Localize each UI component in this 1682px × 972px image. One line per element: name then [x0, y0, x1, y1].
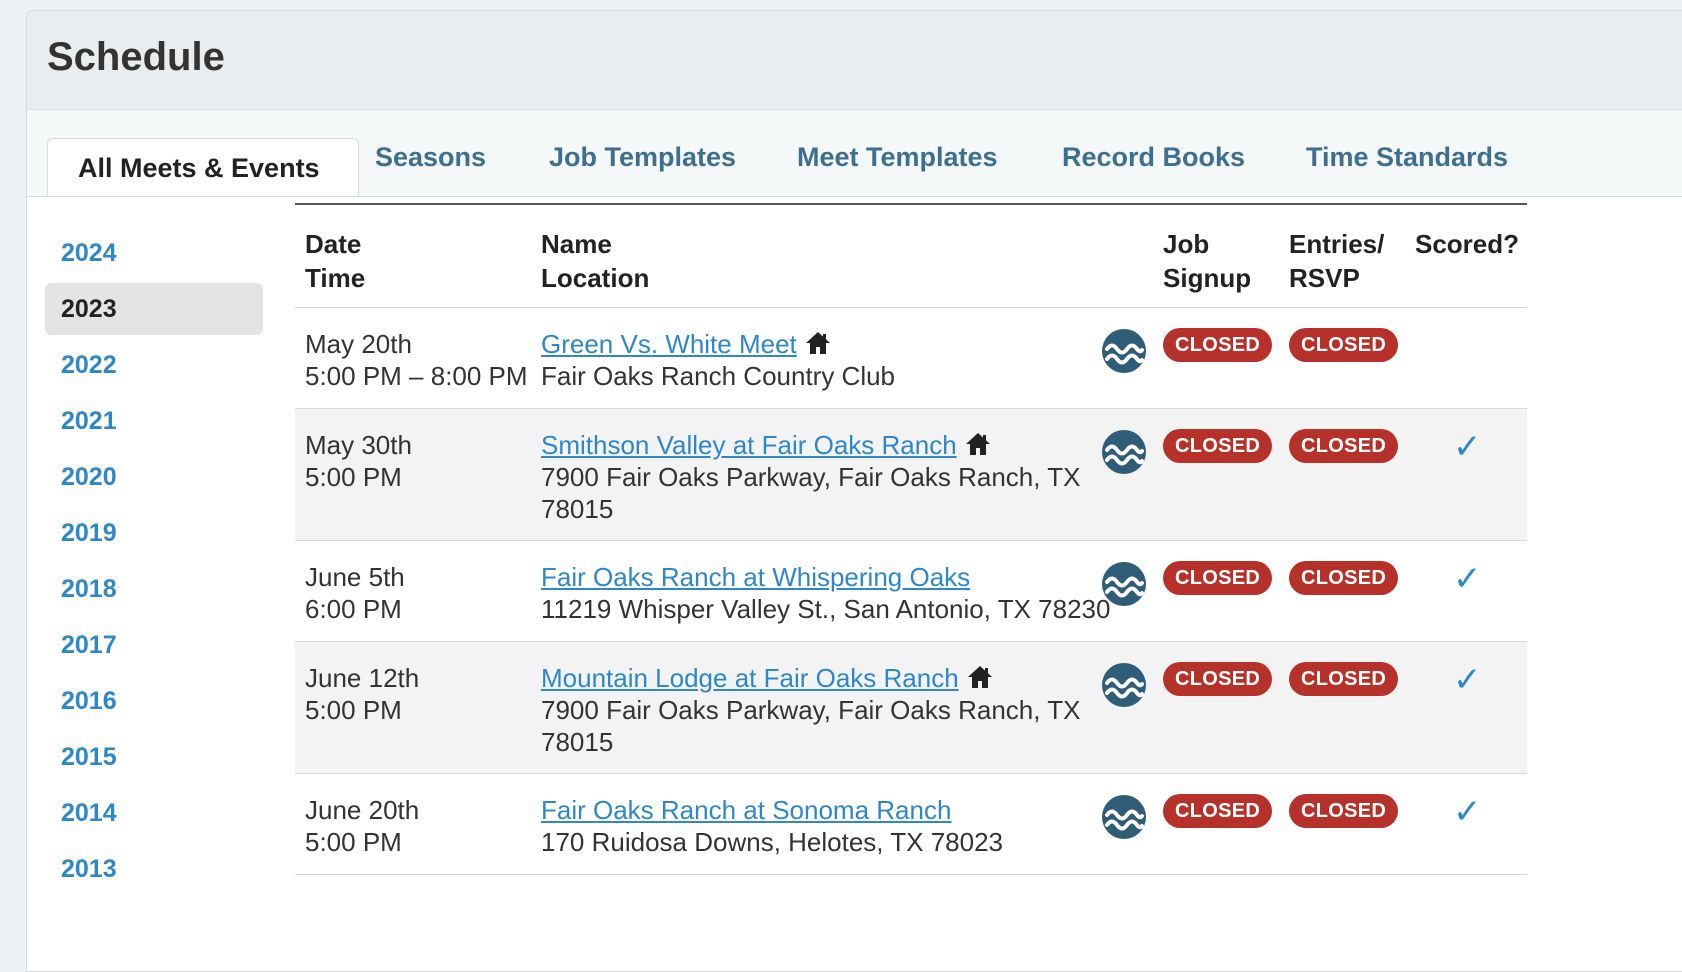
meet-name-link[interactable]: Mountain Lodge at Fair Oaks Ranch	[541, 663, 959, 693]
meet-date: June 20th	[305, 795, 420, 825]
job-signup-status-badge[interactable]: CLOSED	[1163, 561, 1273, 595]
year-item-2020[interactable]: 2020	[45, 451, 263, 503]
year-item-2018[interactable]: 2018	[45, 563, 263, 615]
meet-name-link[interactable]: Fair Oaks Ranch at Sonoma Ranch	[541, 795, 951, 825]
year-item-2024[interactable]: 2024	[45, 227, 263, 279]
meet-date-time: June 5th 6:00 PM	[305, 561, 405, 625]
meet-time: 5:00 PM	[305, 462, 402, 492]
year-item-2014[interactable]: 2014	[45, 787, 263, 839]
job-signup-status-badge[interactable]: CLOSED	[1163, 794, 1273, 828]
page-title: Schedule	[47, 35, 225, 79]
tab-bar: All Meets & Events Seasons Job Templates…	[27, 110, 1682, 197]
table-row: June 20th 5:00 PM Fair Oaks Ranch at Sonom…	[295, 774, 1527, 875]
entries-status-badge[interactable]: CLOSED	[1289, 328, 1399, 362]
year-list: 2024 2023 2022 2021 2020 2019 2018 2017 2016 2015…	[45, 227, 263, 899]
header-name-location: Name Location	[541, 227, 649, 295]
meet-date-time: June 12th 5:00 PM	[305, 662, 419, 726]
tab-meet-templates[interactable]: Meet Templates	[797, 142, 998, 173]
meet-date: June 5th	[305, 562, 405, 592]
header-signup: Signup	[1163, 263, 1252, 293]
meet-name-location: Smithson Valley at Fair Oaks Ranch 7900 F…	[541, 429, 1111, 525]
meet-name-location: Fair Oaks Ranch at Whispering Oaks 11219 …	[541, 561, 1111, 625]
year-item-2019[interactable]: 2019	[45, 507, 263, 559]
header-location: Location	[541, 263, 650, 293]
meet-location: 11219 Whisper Valley St., San Antonio, T…	[541, 594, 1111, 624]
entries-status-badge[interactable]: CLOSED	[1289, 561, 1399, 595]
check-icon: ✓	[1453, 560, 1482, 598]
meet-time: 5:00 PM	[305, 695, 402, 725]
meet-name-location: Fair Oaks Ranch at Sonoma Ranch 170 Ruido…	[541, 794, 1111, 858]
header-entries-rsvp: Entries/ RSVP	[1289, 227, 1384, 295]
meet-name-link[interactable]: Smithson Valley at Fair Oaks Ranch	[541, 430, 957, 460]
meet-date: May 20th	[305, 329, 412, 359]
year-item-2021[interactable]: 2021	[45, 395, 263, 447]
header-rsvp: RSVP	[1289, 263, 1360, 293]
entries-status-badge[interactable]: CLOSED	[1289, 794, 1399, 828]
home-icon	[805, 330, 831, 354]
entries-status-badge[interactable]: CLOSED	[1289, 662, 1399, 696]
year-item-2023[interactable]: 2023	[45, 283, 263, 335]
wave-icon[interactable]	[1101, 794, 1147, 840]
meet-name-location: Green Vs. White Meet Fair Oaks Ranch Coun…	[541, 328, 1111, 392]
tab-record-books[interactable]: Record Books	[1062, 142, 1245, 173]
meet-date-time: May 30th 5:00 PM	[305, 429, 412, 493]
year-item-2015[interactable]: 2015	[45, 731, 263, 783]
check-icon: ✓	[1453, 661, 1482, 699]
job-signup-status-badge[interactable]: CLOSED	[1163, 429, 1273, 463]
check-icon: ✓	[1453, 428, 1482, 466]
header-date: Date	[305, 229, 362, 259]
tab-job-templates[interactable]: Job Templates	[549, 142, 736, 173]
table-row: May 20th 5:00 PM – 8:00 PM Green Vs. White…	[295, 308, 1527, 409]
wave-icon[interactable]	[1101, 662, 1147, 708]
table-row: June 12th 5:00 PM Mountain Lodge at Fair O…	[295, 642, 1527, 774]
header-name: Name	[541, 229, 612, 259]
table-header: Date Time Name Location Job Signup Entri…	[295, 205, 1527, 308]
job-signup-status-badge[interactable]: CLOSED	[1163, 662, 1273, 696]
meet-time: 6:00 PM	[305, 594, 402, 624]
meet-date-time: June 20th 5:00 PM	[305, 794, 419, 858]
header-time: Time	[305, 263, 366, 293]
wave-icon[interactable]	[1101, 561, 1147, 607]
meet-location: 170 Ruidosa Downs, Helotes, TX 78023	[541, 827, 1004, 857]
home-icon	[967, 664, 993, 688]
tab-all-meets-events[interactable]: All Meets & Events	[47, 138, 359, 196]
header-entries: Entries/	[1289, 229, 1385, 259]
header-job-signup: Job Signup	[1163, 227, 1251, 295]
tab-time-standards[interactable]: Time Standards	[1306, 142, 1508, 173]
home-icon	[965, 431, 991, 455]
meet-location: 7900 Fair Oaks Parkway, Fair Oaks Ranch,…	[541, 695, 1081, 757]
meet-date: June 12th	[305, 663, 420, 693]
year-item-2016[interactable]: 2016	[45, 675, 263, 727]
wave-icon[interactable]	[1101, 328, 1147, 374]
meet-name-link[interactable]: Green Vs. White Meet	[541, 329, 797, 359]
tab-seasons[interactable]: Seasons	[375, 142, 486, 173]
schedule-table: Date Time Name Location Job Signup Entri…	[295, 203, 1527, 875]
header-date-time: Date Time	[305, 227, 365, 295]
wave-icon[interactable]	[1101, 429, 1147, 475]
meet-name-link[interactable]: Fair Oaks Ranch at Whispering Oaks	[541, 562, 970, 592]
year-item-2013[interactable]: 2013	[45, 843, 263, 895]
table-body: May 20th 5:00 PM – 8:00 PM Green Vs. White…	[295, 308, 1527, 875]
panel-header: Schedule	[27, 11, 1682, 110]
table-row: June 5th 6:00 PM Fair Oaks Ranch at Whispe…	[295, 541, 1527, 642]
year-item-2017[interactable]: 2017	[45, 619, 263, 671]
check-icon: ✓	[1453, 793, 1482, 831]
header-scored: Scored?	[1415, 229, 1520, 259]
entries-status-badge[interactable]: CLOSED	[1289, 429, 1399, 463]
schedule-panel: Schedule All Meets & Events Seasons Job …	[26, 10, 1682, 972]
year-item-2022[interactable]: 2022	[45, 339, 263, 391]
header-job: Job	[1163, 229, 1210, 259]
job-signup-status-badge[interactable]: CLOSED	[1163, 328, 1273, 362]
meet-time: 5:00 PM	[305, 827, 402, 857]
table-row: May 30th 5:00 PM Smithson Valley at Fair O…	[295, 409, 1527, 541]
meet-location: Fair Oaks Ranch Country Club	[541, 361, 896, 391]
meet-time: 5:00 PM – 8:00 PM	[305, 361, 528, 391]
meet-date: May 30th	[305, 430, 412, 460]
meet-name-location: Mountain Lodge at Fair Oaks Ranch 7900 Fa…	[541, 662, 1111, 758]
meet-date-time: May 20th 5:00 PM – 8:00 PM	[305, 328, 528, 392]
meet-location: 7900 Fair Oaks Parkway, Fair Oaks Ranch,…	[541, 462, 1081, 524]
